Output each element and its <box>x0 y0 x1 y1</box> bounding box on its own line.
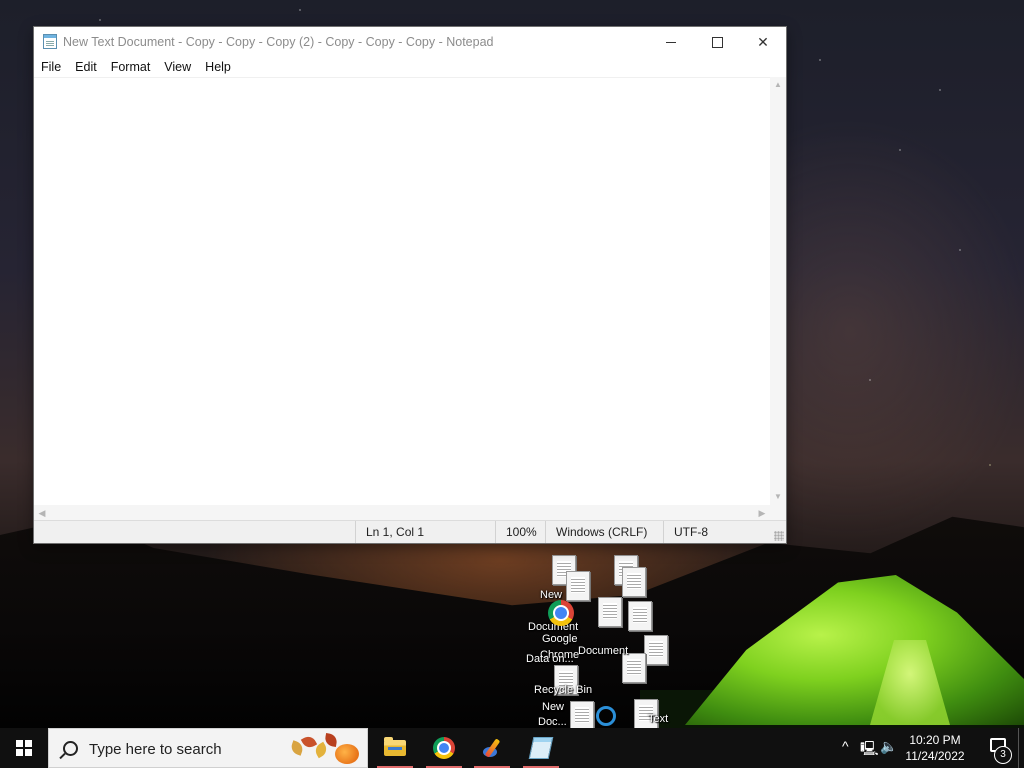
chevron-up-icon[interactable]: ^ <box>842 738 849 754</box>
minimize-button[interactable] <box>648 27 694 57</box>
notepad-icon <box>43 34 57 49</box>
vertical-scrollbar[interactable]: ▲ ▼ <box>770 77 786 505</box>
taskbar: Type here to search ^ 🖳 🔈 10:20 PM 11/24… <box>0 728 1024 768</box>
desktop-icon-pile: New Document Google Chrome Data on... Re… <box>526 553 696 731</box>
search-box[interactable]: Type here to search <box>48 728 368 768</box>
status-zoom: 100% <box>495 521 545 543</box>
paint-icon <box>481 737 503 759</box>
maximize-icon <box>711 36 723 48</box>
desktop-doc-icon[interactable] <box>598 597 622 627</box>
desktop-chrome-icon[interactable] <box>548 600 574 626</box>
volume-icon[interactable]: 🔈 <box>880 738 897 755</box>
desktop-doc-icon[interactable] <box>622 653 646 683</box>
status-bar: Ln 1, Col 1 100% Windows (CRLF) UTF-8 <box>34 520 786 543</box>
menu-view[interactable]: View <box>157 57 198 77</box>
start-button[interactable] <box>0 728 48 768</box>
status-encoding: UTF-8 <box>663 521 786 543</box>
title-bar[interactable]: New Text Document - Copy - Copy - Copy (… <box>34 27 786 57</box>
scroll-left-icon[interactable]: ◀ <box>34 505 50 521</box>
desktop-label: Data on... <box>526 653 574 665</box>
text-editor-area[interactable] <box>34 77 770 505</box>
horizontal-scrollbar[interactable]: ◀ ▶ <box>34 505 770 521</box>
clock-date: 11/24/2022 <box>905 749 965 763</box>
desktop-label: Text <box>648 713 669 725</box>
window-title: New Text Document - Copy - Copy - Copy (… <box>63 35 494 49</box>
desktop-label: Google <box>542 633 578 645</box>
notification-count: 3 <box>994 746 1012 764</box>
minimize-icon <box>666 41 676 43</box>
notepad-taskbar-icon <box>528 737 554 759</box>
menu-help[interactable]: Help <box>198 57 238 77</box>
desktop-label: Recycle Bin <box>534 684 593 696</box>
scroll-down-icon[interactable]: ▼ <box>770 489 786 505</box>
taskbar-paint[interactable] <box>468 728 516 768</box>
desktop-label: Doc... <box>538 716 567 728</box>
menu-edit[interactable]: Edit <box>68 57 104 77</box>
status-line-ending: Windows (CRLF) <box>545 521 663 543</box>
menu-format[interactable]: Format <box>104 57 158 77</box>
status-position: Ln 1, Col 1 <box>355 521 495 543</box>
desktop-label: Document <box>578 645 629 657</box>
clock-time: 10:20 PM <box>909 733 961 747</box>
search-placeholder: Type here to search <box>89 741 222 758</box>
network-icon[interactable]: 🖳 <box>860 738 879 762</box>
chrome-icon <box>433 737 455 759</box>
desktop-doc-icon[interactable] <box>622 567 646 597</box>
clock[interactable]: 10:20 PM 11/24/2022 <box>902 732 968 764</box>
close-button[interactable]: ✕ <box>740 27 786 57</box>
close-icon: ✕ <box>757 33 769 50</box>
desktop-doc-icon[interactable] <box>644 635 668 665</box>
taskbar-notepad[interactable] <box>517 728 565 768</box>
scrollbar-corner <box>770 505 786 521</box>
scroll-right-icon[interactable]: ▶ <box>754 505 770 521</box>
taskbar-chrome[interactable] <box>420 728 468 768</box>
pumpkin-icon <box>335 744 359 764</box>
desktop-ring-icon <box>596 706 616 726</box>
system-tray: ^ 🖳 🔈 10:20 PM 11/24/2022 3 <box>834 728 1024 768</box>
taskbar-file-explorer[interactable] <box>371 728 419 768</box>
search-icon <box>63 741 78 756</box>
autumn-leaves-icon <box>287 732 363 766</box>
show-desktop-button[interactable] <box>1018 728 1024 768</box>
menu-bar: File Edit Format View Help <box>34 57 786 77</box>
scroll-up-icon[interactable]: ▲ <box>770 77 786 93</box>
maximize-button[interactable] <box>694 27 740 57</box>
menu-file[interactable]: File <box>34 57 68 77</box>
desktop-label: New <box>542 701 565 713</box>
windows-logo-icon <box>16 740 32 756</box>
desktop-doc-icon[interactable] <box>570 701 594 731</box>
desktop-doc-icon[interactable] <box>566 571 590 601</box>
desktop-doc-icon[interactable] <box>628 601 652 631</box>
notepad-window: New Text Document - Copy - Copy - Copy (… <box>34 27 786 543</box>
folder-icon <box>384 737 406 756</box>
resize-grip[interactable] <box>774 531 784 541</box>
